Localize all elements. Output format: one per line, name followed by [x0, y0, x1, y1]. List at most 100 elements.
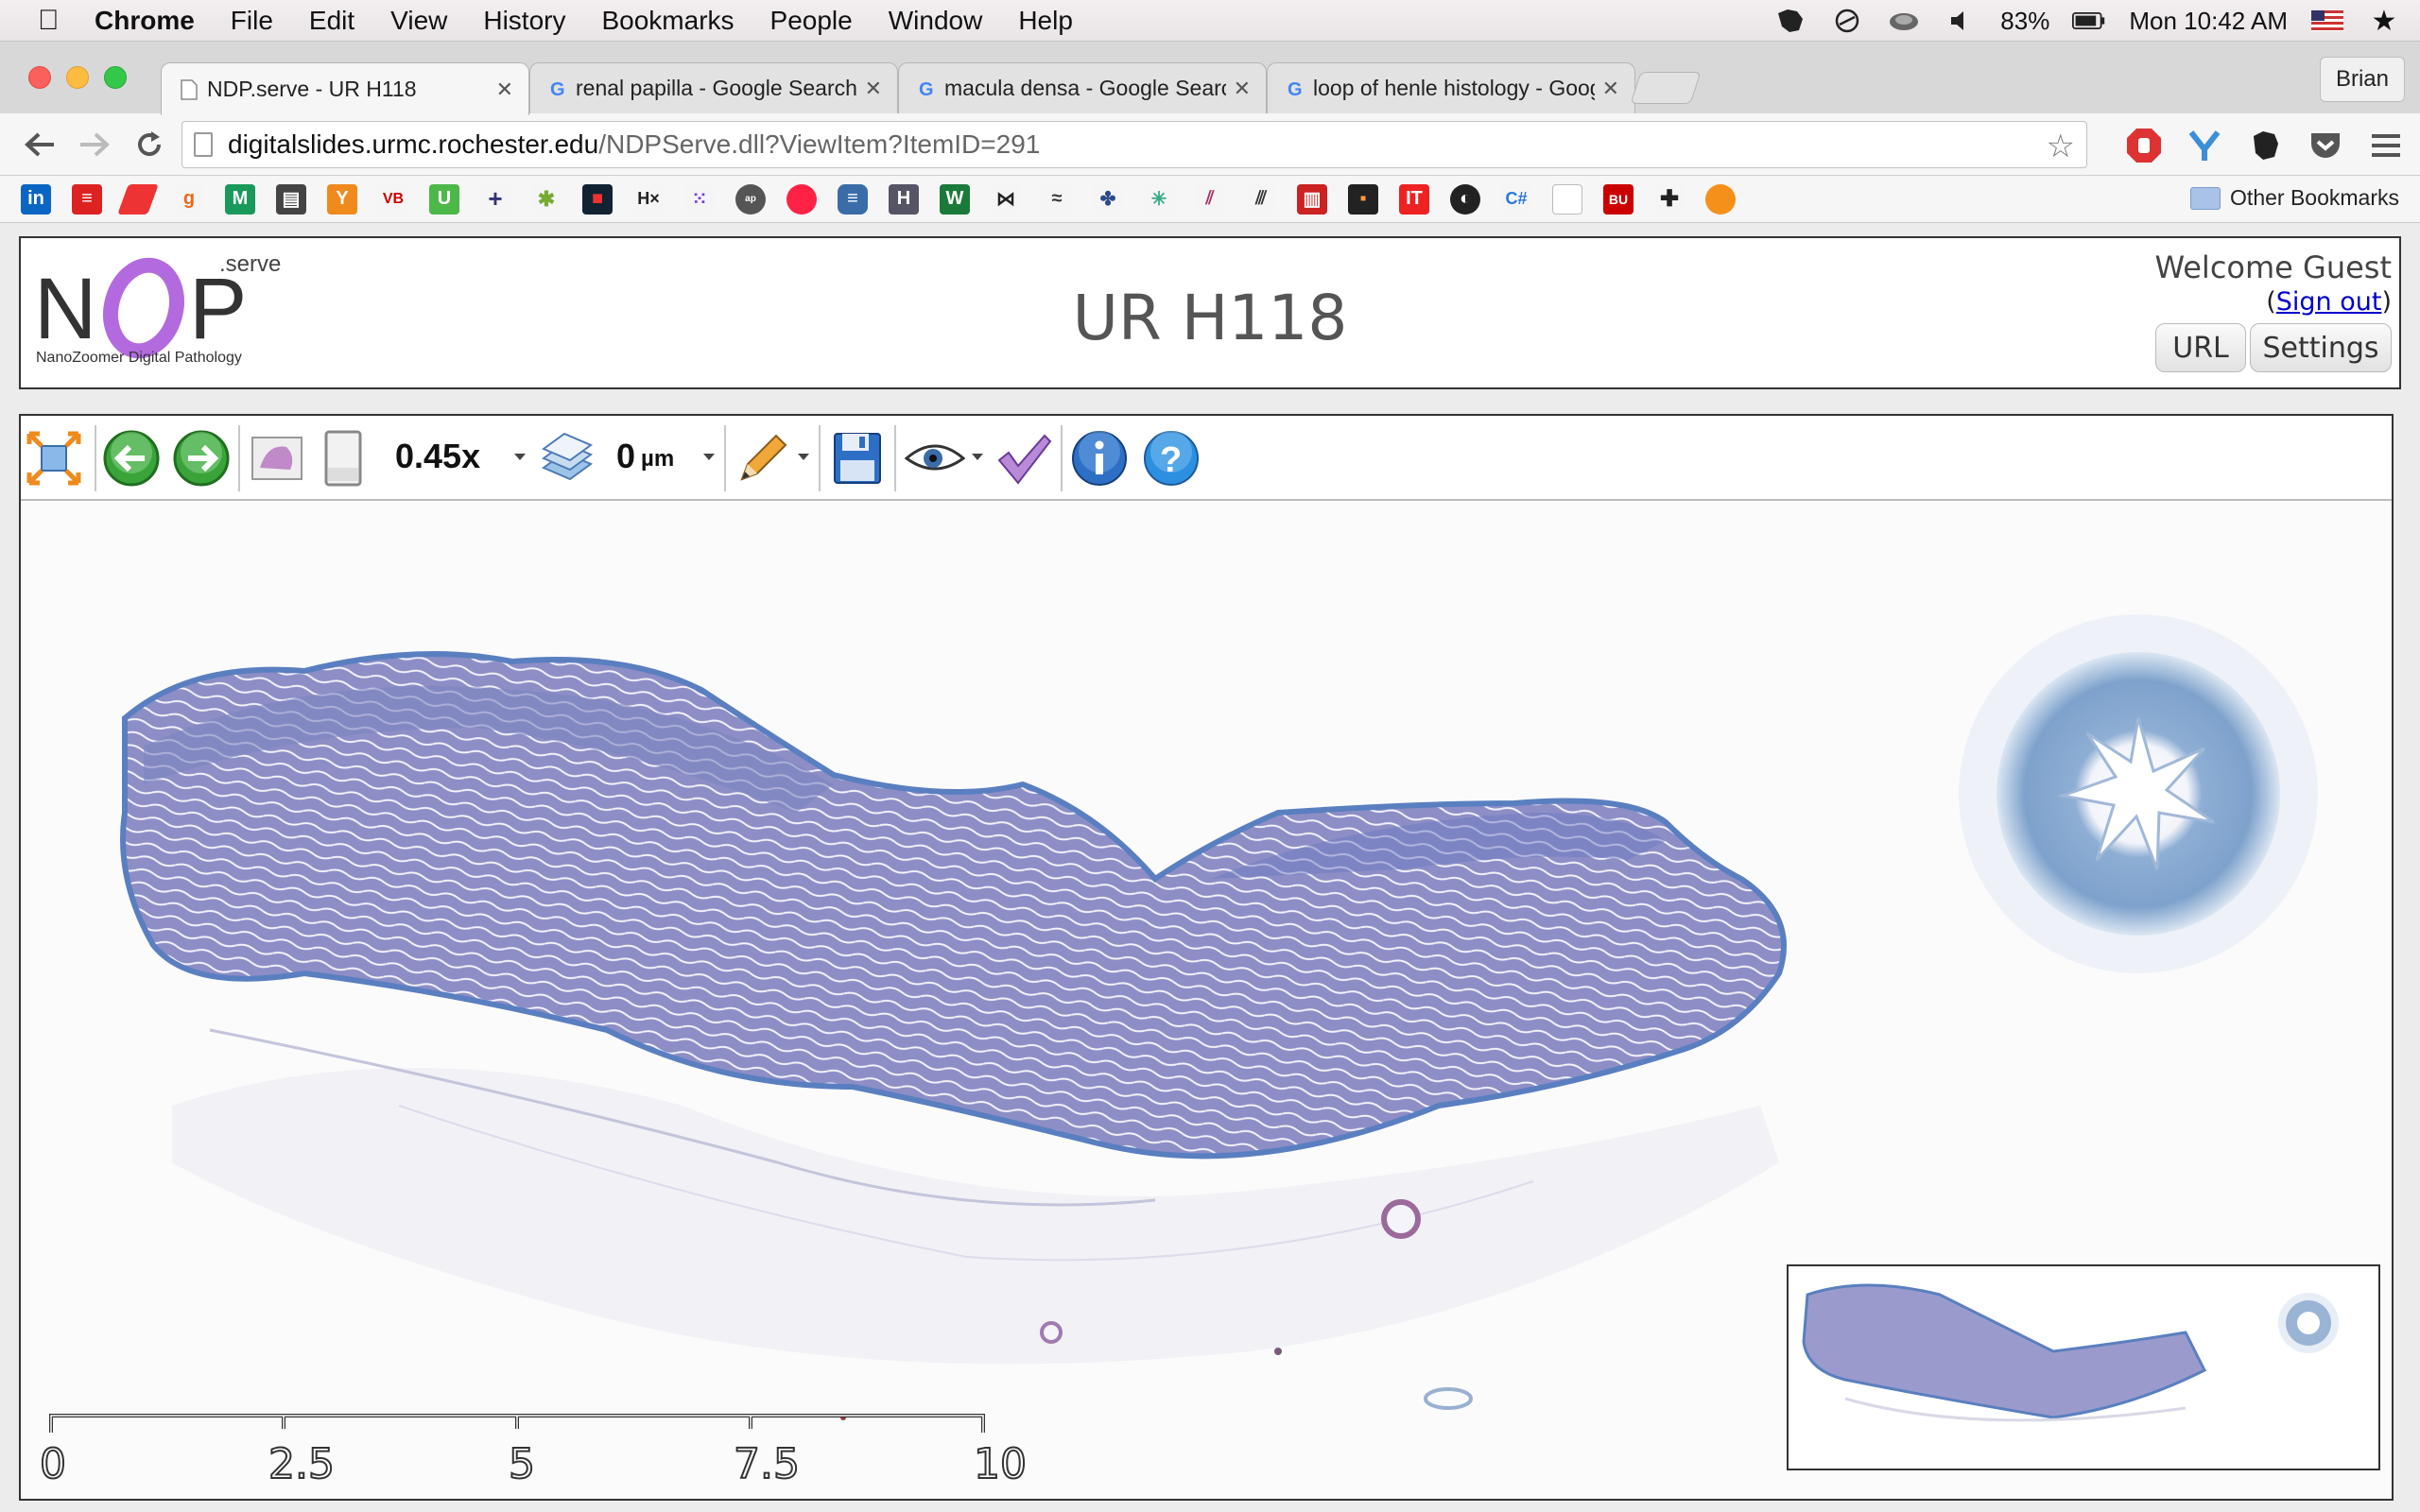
bookmark-circle-icon[interactable]: ◐	[1450, 183, 1480, 215]
close-tab-icon[interactable]: ✕	[865, 77, 882, 101]
menu-help[interactable]: Help	[1018, 6, 1073, 36]
bookmark-plus-icon[interactable]: +	[480, 183, 510, 215]
tab-renal-papilla[interactable]: G renal papilla - Google Search ✕	[529, 62, 898, 113]
bookmark-news-icon[interactable]: ▤	[276, 183, 306, 215]
battery-icon[interactable]	[2072, 8, 2106, 34]
page-info-icon[interactable]	[194, 132, 213, 157]
bookmark-vb-icon[interactable]: VB	[378, 183, 408, 215]
bookmark-puzzle-icon[interactable]: ✤	[1093, 183, 1123, 215]
profile-button[interactable]: Brian	[2319, 57, 2405, 102]
info-icon[interactable]	[1068, 427, 1131, 490]
address-bar[interactable]: digitalslides.urmc.rochester.edu/NDPServ…	[182, 121, 2087, 168]
linkedin-bookmark-icon[interactable]: in	[21, 183, 51, 215]
bookmark-it-icon[interactable]: IT	[1399, 183, 1429, 215]
annotation-pencil-icon[interactable]	[732, 427, 794, 490]
bookmark-bu-icon[interactable]: BU	[1603, 183, 1634, 215]
menu-app-name[interactable]: Chrome	[95, 6, 195, 36]
pocket-icon[interactable]	[2307, 127, 2344, 164]
menu-window[interactable]: Window	[889, 6, 983, 36]
evernote-icon[interactable]	[1773, 8, 1807, 34]
zoom-level[interactable]: 0.45x	[395, 437, 480, 476]
zoom-window-button[interactable]	[104, 66, 127, 89]
settings-button[interactable]: Settings	[2250, 323, 2392, 372]
tab-ndpserve[interactable]: NDP.serve - UR H118 ✕	[161, 62, 529, 115]
reload-icon[interactable]	[130, 126, 168, 163]
bookmark-tomato-icon[interactable]	[786, 183, 817, 215]
menu-file[interactable]: File	[231, 6, 273, 36]
bookmark-blank-page-icon[interactable]	[1552, 183, 1582, 215]
back-arrow-icon[interactable]	[21, 126, 59, 163]
checkmark-icon[interactable]	[993, 427, 1055, 490]
tab-loop-of-henle[interactable]: G loop of henle histology - Google Searc…	[1267, 62, 1635, 113]
bookmark-lines-icon[interactable]: ⫻	[1246, 183, 1276, 215]
bookmark-appress-icon[interactable]: ap	[735, 183, 766, 215]
volume-icon[interactable]	[1944, 8, 1978, 34]
menu-bookmarks[interactable]: Bookmarks	[601, 6, 734, 36]
bookmark-network-icon[interactable]: ✳	[1144, 183, 1174, 215]
other-bookmarks-folder[interactable]: Other Bookmarks	[2190, 185, 2399, 211]
focus-dropdown-caret-icon[interactable]	[703, 454, 715, 460]
menubar-clock[interactable]: Mon 10:42 AM	[2129, 7, 2288, 36]
bookmark-zigzag-icon[interactable]: ≈	[1042, 183, 1072, 215]
new-tab-button[interactable]	[1630, 72, 1702, 104]
bookmark-chart-icon[interactable]: ▥	[1297, 183, 1327, 215]
tab-macula-densa[interactable]: G macula densa - Google Search ✕	[898, 62, 1267, 113]
cloud-icon[interactable]	[1887, 8, 1921, 34]
bookmark-grid-icon[interactable]: ■	[582, 183, 613, 215]
bookmark-dark-icon[interactable]: ▪	[1348, 183, 1378, 215]
zoom-dropdown-caret-icon[interactable]	[514, 454, 526, 460]
close-window-button[interactable]	[28, 66, 51, 89]
fit-to-screen-icon[interactable]	[23, 427, 85, 490]
bookmark-red-icon[interactable]: ≡	[72, 183, 102, 215]
pencil-dropdown-caret-icon[interactable]	[798, 454, 809, 460]
bookmark-bowtie-icon[interactable]: ⋈	[991, 183, 1021, 215]
bookmark-w-icon[interactable]: W	[940, 183, 970, 215]
ycombinator-bookmark-icon[interactable]: Y	[327, 183, 357, 215]
glass-slide-icon[interactable]	[312, 427, 374, 490]
chrome-menu-icon[interactable]	[2367, 127, 2405, 164]
evernote-clipper-icon[interactable]	[2246, 127, 2284, 164]
menu-history[interactable]: History	[483, 6, 565, 36]
signout-link[interactable]: Sign out	[2276, 287, 2382, 317]
close-tab-icon[interactable]: ✕	[1602, 77, 1619, 101]
focus-value[interactable]: 0	[616, 437, 635, 476]
bookmark-csharp-icon[interactable]: C#	[1501, 183, 1531, 215]
bookmark-m-icon[interactable]: M	[225, 183, 255, 215]
save-disk-icon[interactable]	[826, 427, 889, 490]
close-tab-icon[interactable]: ✕	[496, 77, 513, 102]
bookmark-flag-icon[interactable]	[117, 183, 159, 215]
url-button[interactable]: URL	[2155, 323, 2246, 372]
adblock-icon[interactable]	[2125, 127, 2163, 164]
bookmark-star-icon[interactable]: ☆	[2047, 128, 2075, 165]
bookmark-database-icon[interactable]: ≡	[838, 183, 868, 215]
extension-y-icon[interactable]	[2186, 127, 2223, 164]
bookmark-pinwheel-icon[interactable]: ✱	[531, 183, 562, 215]
previous-view-icon[interactable]	[100, 427, 163, 490]
bookmark-u-icon[interactable]: U	[429, 183, 459, 215]
slide-thumbnail-icon[interactable]	[246, 427, 308, 490]
slide-image-area[interactable]: 0 2.5 5 7.5 10 mm	[21, 501, 2392, 1499]
focus-layers-icon[interactable]	[535, 427, 597, 490]
menu-edit[interactable]: Edit	[309, 6, 354, 36]
notification-center-icon[interactable]: ★	[2367, 6, 2401, 37]
menu-people[interactable]: People	[770, 6, 853, 36]
help-icon[interactable]: ?	[1140, 427, 1202, 490]
eye-dropdown-caret-icon[interactable]	[972, 454, 983, 460]
next-view-icon[interactable]	[170, 427, 233, 490]
overview-thumbnail[interactable]	[1787, 1264, 2380, 1470]
bookmark-g-icon[interactable]: g	[174, 183, 204, 215]
us-flag-icon[interactable]	[2310, 8, 2344, 34]
bookmark-hx-icon[interactable]: H×	[633, 183, 664, 215]
menu-view[interactable]: View	[390, 6, 447, 36]
forward-arrow-icon[interactable]	[76, 126, 113, 163]
apple-icon[interactable]: 	[38, 5, 66, 36]
bookmark-orange-icon[interactable]	[1705, 183, 1736, 215]
view-eye-icon[interactable]	[904, 427, 966, 490]
bookmark-h-icon[interactable]: H	[889, 183, 919, 215]
close-tab-icon[interactable]: ✕	[1234, 77, 1251, 101]
bookmark-cross-icon[interactable]: ✚	[1654, 183, 1685, 215]
minimize-window-button[interactable]	[66, 66, 89, 89]
bookmark-dots-icon[interactable]: ⁙	[684, 183, 715, 215]
bookmark-feather-icon[interactable]: ⫽	[1195, 183, 1225, 215]
sync-icon[interactable]	[1830, 8, 1864, 34]
